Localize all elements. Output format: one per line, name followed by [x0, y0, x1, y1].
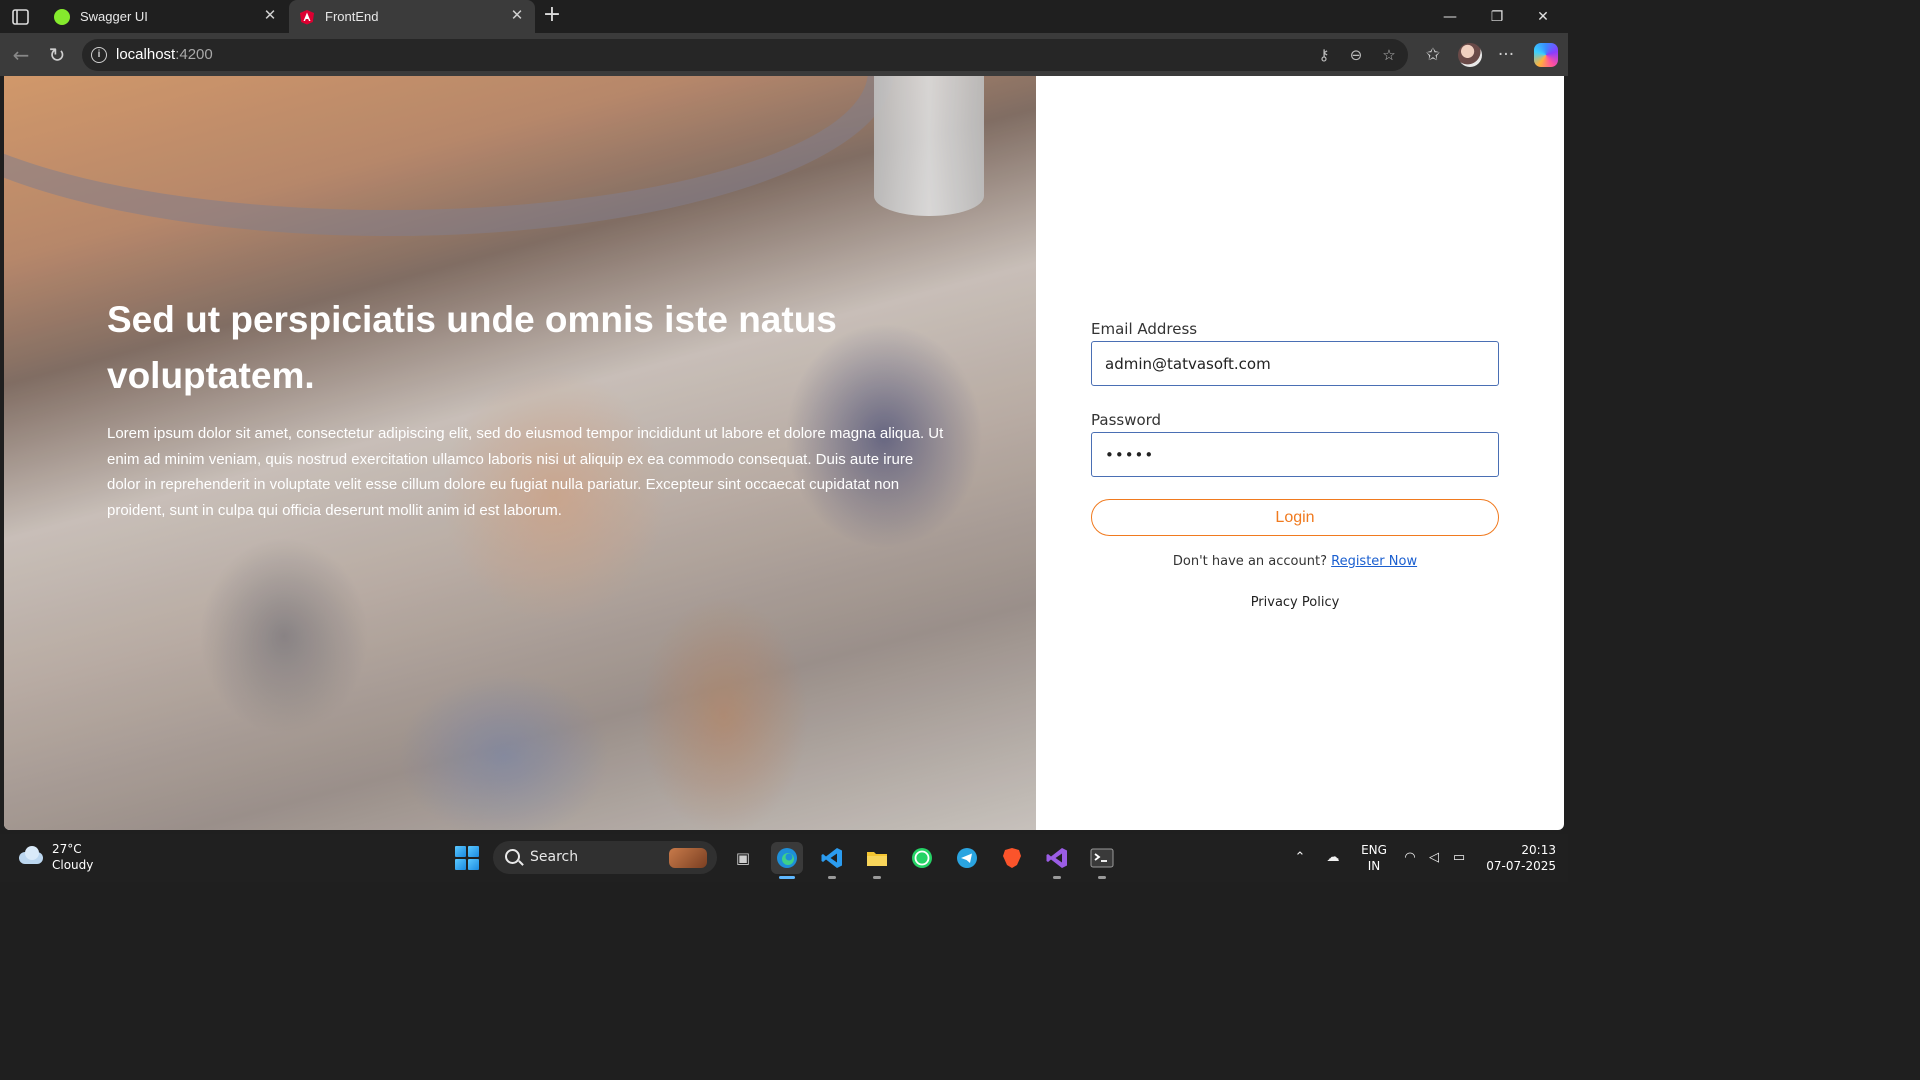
- address-port: :4200: [175, 46, 213, 63]
- angular-favicon-icon: [300, 9, 314, 24]
- onedrive-offline-icon[interactable]: ☁: [1323, 848, 1343, 868]
- browser-toolbar: ← ↻ i localhost:4200 ⚷ ⊖ ☆ ✩ ···: [0, 33, 1568, 76]
- visual-studio-logo-icon: [1046, 848, 1067, 868]
- favorite-star-icon[interactable]: ☆: [1379, 45, 1399, 65]
- sidebar-toggle-icon[interactable]: [8, 6, 32, 28]
- register-prompt-text: Don't have an account?: [1172, 554, 1327, 569]
- tab-title: FrontEnd: [325, 9, 379, 24]
- vs-code-logo-icon: [821, 848, 842, 868]
- file-explorer-icon[interactable]: [861, 842, 893, 879]
- edge-logo-icon: [777, 848, 797, 868]
- windows-start-icon[interactable]: [455, 846, 479, 870]
- task-view-icon[interactable]: ▣: [727, 842, 759, 874]
- password-field[interactable]: [1091, 432, 1499, 477]
- hero-banner: Sed ut perspiciatis unde omnis iste natu…: [4, 76, 1036, 830]
- more-icon[interactable]: ···: [1494, 43, 1518, 67]
- address-url[interactable]: localhost:4200: [116, 46, 213, 63]
- login-form: Email Address Password Login Don't have …: [1091, 319, 1499, 610]
- region-code: IN: [1367, 859, 1381, 873]
- visual-studio-preview-icon[interactable]: [1041, 842, 1073, 879]
- clock-date: 07-07-2025: [1486, 859, 1556, 873]
- volume-icon[interactable]: ◁: [1424, 848, 1444, 868]
- vs-code-icon[interactable]: [816, 842, 848, 879]
- telegram-logo-icon: [957, 848, 977, 868]
- edge-icon[interactable]: [771, 842, 803, 879]
- running-app-indicator: [1098, 876, 1106, 879]
- input-language-indicator[interactable]: ENG IN: [1360, 842, 1388, 874]
- hero-title: Sed ut perspiciatis unde omnis iste natu…: [107, 299, 837, 396]
- running-app-indicator: [1053, 876, 1061, 879]
- restore-window-button[interactable]: ❐: [1474, 0, 1520, 33]
- back-icon[interactable]: ←: [8, 42, 34, 68]
- register-now-link[interactable]: Register Now: [1331, 554, 1417, 569]
- hero-description: Lorem ipsum dolor sit amet, consectetur …: [107, 425, 944, 519]
- whatsapp-logo-icon: [912, 848, 932, 868]
- wifi-icon[interactable]: ◠: [1400, 848, 1420, 868]
- running-app-indicator: [828, 876, 836, 879]
- password-label: Password: [1091, 411, 1162, 429]
- favorites-icon[interactable]: ✩: [1421, 43, 1445, 67]
- site-info-icon[interactable]: i: [91, 47, 107, 63]
- tab-title: Swagger UI: [80, 9, 148, 24]
- browser-tab-strip: Swagger UI ✕ FrontEnd ✕ + — ❐ ✕: [0, 0, 1568, 33]
- privacy-policy-link[interactable]: Privacy Policy: [1091, 595, 1499, 610]
- battery-icon[interactable]: ▭: [1449, 848, 1469, 868]
- close-window-button[interactable]: ✕: [1520, 0, 1566, 33]
- running-app-indicator: [873, 876, 881, 879]
- search-icon: [505, 849, 520, 864]
- folder-icon: [867, 852, 887, 866]
- brave-icon[interactable]: [996, 842, 1028, 874]
- cloudy-weather-icon[interactable]: [17, 846, 45, 866]
- language-code: ENG: [1361, 843, 1387, 857]
- tab-swagger-ui[interactable]: Swagger UI ✕: [44, 0, 288, 33]
- system-clock[interactable]: 20:13 07-07-2025: [1478, 842, 1556, 874]
- address-bar[interactable]: i localhost:4200 ⚷ ⊖ ☆: [82, 39, 1408, 71]
- active-app-indicator: [779, 876, 795, 879]
- terminal-logo-icon: [1090, 848, 1114, 868]
- close-tab-icon[interactable]: ✕: [509, 8, 525, 24]
- login-button[interactable]: Login: [1091, 499, 1499, 536]
- zoom-icon[interactable]: ⊖: [1346, 45, 1366, 65]
- email-label: Email Address: [1091, 320, 1198, 338]
- page-viewport: Sed ut perspiciatis unde omnis iste natu…: [4, 76, 1564, 830]
- copilot-icon[interactable]: [1534, 43, 1558, 67]
- new-tab-button[interactable]: +: [540, 4, 564, 28]
- address-host: localhost: [116, 46, 176, 63]
- minimize-window-button[interactable]: —: [1427, 0, 1473, 33]
- search-highlight-icon: [669, 848, 707, 868]
- email-field[interactable]: [1091, 341, 1499, 386]
- windows-taskbar: 27°C Cloudy Search ▣ ⌃ ☁ ENG IN ◠ ◁ ▭ 20…: [0, 834, 1568, 882]
- telegram-icon[interactable]: [951, 842, 983, 874]
- weather-condition[interactable]: Cloudy: [52, 858, 93, 872]
- chevron-up-icon[interactable]: ⌃: [1290, 848, 1310, 868]
- tab-frontend[interactable]: FrontEnd ✕: [289, 0, 535, 33]
- brave-logo-icon: [1003, 848, 1021, 868]
- weather-temperature[interactable]: 27°C: [52, 842, 82, 856]
- profile-avatar[interactable]: [1458, 43, 1482, 67]
- register-prompt: Don't have an account? Register Now: [1091, 554, 1499, 569]
- key-icon[interactable]: ⚷: [1314, 45, 1334, 65]
- whatsapp-icon[interactable]: [906, 842, 938, 874]
- terminal-icon[interactable]: [1086, 842, 1118, 879]
- search-label: Search: [530, 849, 579, 865]
- reload-icon[interactable]: ↻: [44, 42, 70, 68]
- clock-time: 20:13: [1521, 843, 1556, 857]
- close-tab-icon[interactable]: ✕: [262, 8, 278, 24]
- swagger-favicon-icon: [54, 8, 70, 25]
- taskbar-search-box[interactable]: Search: [493, 841, 717, 874]
